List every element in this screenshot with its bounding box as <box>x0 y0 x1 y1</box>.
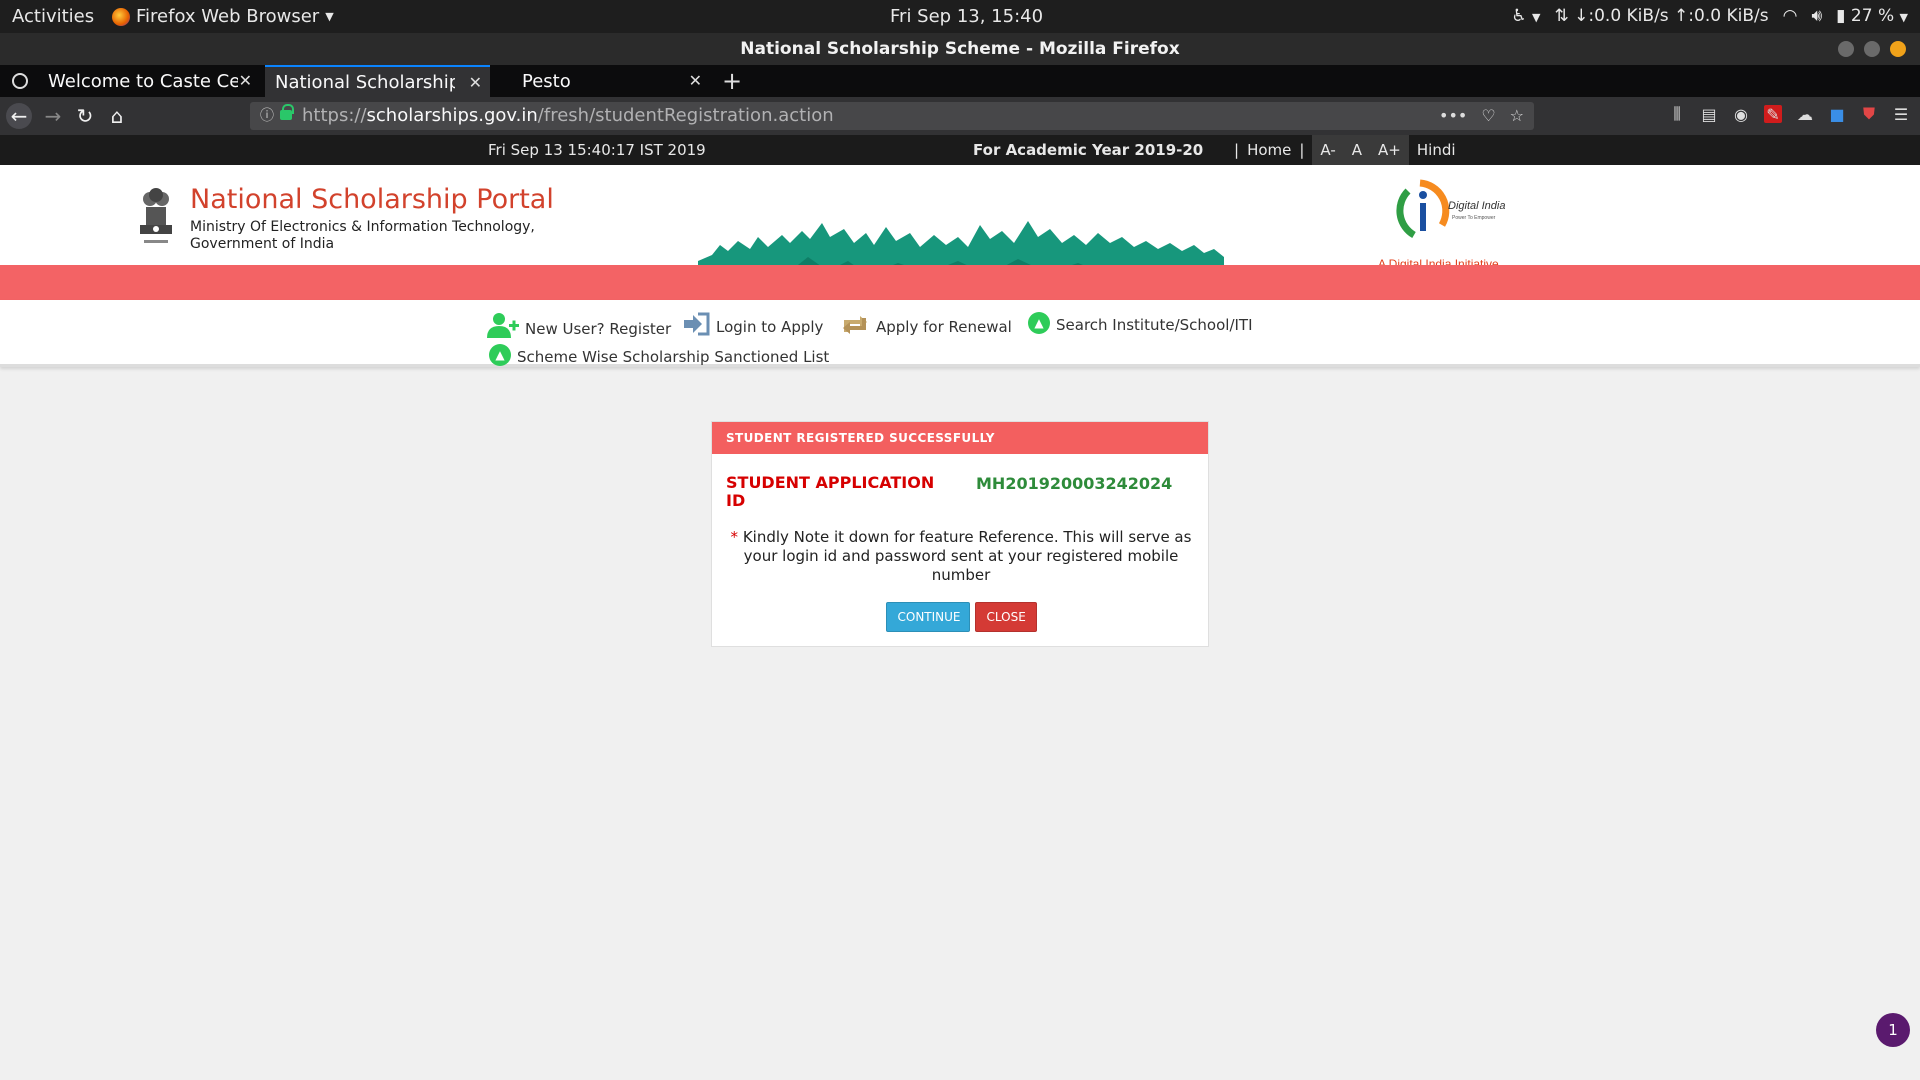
system-tray[interactable]: ♿︎ ▼ ⇅ ↓:0.0 KiB/s ↑:0.0 KiB/s ◠ 🔊︎ ▮ 27… <box>1511 6 1908 26</box>
bookmark-star-icon[interactable]: ☆ <box>1510 102 1524 130</box>
digital-india-logo: Digital India Power To Empower <box>1396 179 1505 239</box>
font-increase-button[interactable]: A+ <box>1370 135 1409 165</box>
window-title: National Scholarship Scheme - Mozilla Fi… <box>740 39 1180 59</box>
tab-strip: Welcome to Caste Cer ✕ National Scholars… <box>0 65 1920 97</box>
registration-success-panel: STUDENT REGISTERED SUCCESSFULLY STUDENT … <box>711 421 1209 647</box>
battery-indicator[interactable]: ▮ 27 % ▼ <box>1836 6 1908 26</box>
separator: | <box>1299 141 1305 159</box>
apply-for-renewal-link[interactable]: Apply for Renewal <box>840 314 1012 336</box>
chevron-up-circle-icon: ▲ <box>1028 312 1050 334</box>
separator: | <box>1234 141 1240 159</box>
add-user-icon <box>487 313 519 338</box>
notification-badge[interactable]: 1 <box>1876 1013 1910 1047</box>
globe-icon <box>12 73 28 89</box>
extension-red-icon[interactable]: ✎ <box>1764 105 1782 124</box>
application-id-label: STUDENT APPLICATION ID <box>726 473 935 510</box>
tab-pesto[interactable]: Pesto ✕ <box>510 65 710 97</box>
login-to-apply-link[interactable]: Login to Apply <box>684 312 823 336</box>
pocket-icon[interactable]: ♡ <box>1481 102 1495 130</box>
ministry-line: Ministry Of Electronics & Information Te… <box>190 219 535 235</box>
required-asterisk: * <box>730 528 739 546</box>
close-icon[interactable]: ✕ <box>469 73 482 92</box>
search-institute-link[interactable]: ▲ Search Institute/School/ITI <box>1028 312 1253 334</box>
forward-button[interactable]: → <box>40 103 66 129</box>
font-size-controls: A- A A+ <box>1312 135 1409 165</box>
volume-icon[interactable]: 🔊︎ <box>1811 6 1822 26</box>
digital-india-logo-text: Digital India <box>1448 200 1505 212</box>
more-actions-icon[interactable]: ••• <box>1439 102 1467 130</box>
extension-blue-icon[interactable]: ■ <box>1828 105 1846 124</box>
library-icon[interactable]: ⫼ <box>1668 104 1686 123</box>
tab-national-scholarship[interactable]: National Scholarship S ✕ <box>265 65 490 97</box>
panel-header: STUDENT REGISTERED SUCCESSFULLY <box>712 422 1208 454</box>
server-time: Fri Sep 13 15:40:17 IST 2019 <box>488 141 706 159</box>
portal-header: National Scholarship Portal Ministry Of … <box>0 165 1920 295</box>
continue-button[interactable]: CONTINUE <box>885 602 970 632</box>
note-text: Kindly Note it down for feature Referenc… <box>742 528 1192 584</box>
system-clock[interactable]: Fri Sep 13, 15:40 <box>890 6 1043 27</box>
portal-title[interactable]: National Scholarship Portal <box>190 184 554 215</box>
header-accent-band <box>0 265 1920 300</box>
chevron-down-icon: ▼ <box>325 10 334 23</box>
activities-button[interactable]: Activities <box>12 6 94 27</box>
sidebar-icon[interactable]: ▤ <box>1700 105 1718 124</box>
system-top-bar: Activities Firefox Web Browser ▼ Fri Sep… <box>0 0 1920 33</box>
hindi-link[interactable]: Hindi <box>1413 135 1460 165</box>
minimize-button[interactable] <box>1838 41 1854 57</box>
reference-note: * Kindly Note it down for feature Refere… <box>726 528 1196 585</box>
url-bar[interactable]: ⓘ https://scholarships.gov.in/fresh/stud… <box>250 102 1534 130</box>
maximize-button[interactable] <box>1864 41 1880 57</box>
menu-label: Login to Apply <box>716 318 824 336</box>
accessibility-icon[interactable]: ♿︎ ▼ <box>1511 6 1540 26</box>
application-id-value: MH201920003242024 <box>976 474 1173 493</box>
menu-hamburger-icon[interactable]: ☰ <box>1892 105 1910 124</box>
shield-icon[interactable]: ⛊ <box>1860 104 1878 123</box>
retweet-renew-icon <box>843 316 867 334</box>
info-icon[interactable]: ⓘ <box>260 102 274 130</box>
tab-caste-certificate[interactable]: Welcome to Caste Cer ✕ <box>0 65 260 97</box>
home-button[interactable]: ⌂ <box>104 103 130 129</box>
new-user-register-link[interactable]: New User? Register <box>487 312 671 338</box>
account-icon[interactable]: ◉ <box>1732 105 1750 124</box>
close-icon[interactable]: ✕ <box>689 71 702 90</box>
extension-badge-icon[interactable]: ☁ <box>1796 105 1814 124</box>
lock-icon[interactable] <box>280 104 294 120</box>
home-link[interactable]: Home <box>1243 135 1295 165</box>
government-line: Government of India <box>190 236 335 252</box>
window-close-button[interactable] <box>1890 41 1906 57</box>
menu-label: Scheme Wise Scholarship Sanctioned List <box>517 348 830 366</box>
firefox-icon <box>112 7 130 26</box>
font-normal-button[interactable]: A <box>1344 135 1370 165</box>
close-button[interactable]: CLOSE <box>974 602 1037 632</box>
menu-label: Search Institute/School/ITI <box>1056 316 1253 334</box>
network-speed: ⇅ ↓:0.0 KiB/s ↑:0.0 KiB/s <box>1554 6 1769 26</box>
window-titlebar: National Scholarship Scheme - Mozilla Fi… <box>0 33 1920 65</box>
menu-label: Apply for Renewal <box>876 318 1012 336</box>
app-menu-label: Firefox Web Browser <box>136 6 320 27</box>
navigation-toolbar: ← → ↻ ⌂ ⓘ https://scholarships.gov.in/fr… <box>0 97 1920 135</box>
tab-title: National Scholarship S <box>275 71 455 93</box>
tab-title: Welcome to Caste Cer <box>48 70 238 92</box>
portal-navigation: New User? Register Login to Apply Apply … <box>0 300 1920 367</box>
national-emblem-logo <box>140 188 172 243</box>
info-strip: Fri Sep 13 15:40:17 IST 2019 For Academi… <box>0 135 1920 165</box>
url-text[interactable]: https://scholarships.gov.in/fresh/studen… <box>302 102 834 130</box>
reload-button[interactable]: ↻ <box>72 103 98 129</box>
academic-year: For Academic Year 2019-20 <box>973 141 1204 159</box>
page-content: Fri Sep 13 15:40:17 IST 2019 For Academi… <box>0 135 1920 1080</box>
sign-in-icon <box>684 312 710 336</box>
chevron-up-circle-icon: ▲ <box>489 344 511 366</box>
menu-label: New User? Register <box>525 320 672 338</box>
app-menu[interactable]: Firefox Web Browser ▼ <box>112 6 334 27</box>
tab-title: Pesto <box>522 70 571 92</box>
back-button[interactable]: ← <box>6 103 32 129</box>
digital-india-tagline: Power To Empower <box>1452 215 1496 221</box>
sanctioned-list-link[interactable]: ▲ Scheme Wise Scholarship Sanctioned Lis… <box>489 344 829 366</box>
close-icon[interactable]: ✕ <box>239 71 252 90</box>
wifi-icon[interactable]: ◠ <box>1783 6 1798 26</box>
font-decrease-button[interactable]: A- <box>1312 135 1343 165</box>
new-tab-button[interactable]: + <box>722 67 742 95</box>
